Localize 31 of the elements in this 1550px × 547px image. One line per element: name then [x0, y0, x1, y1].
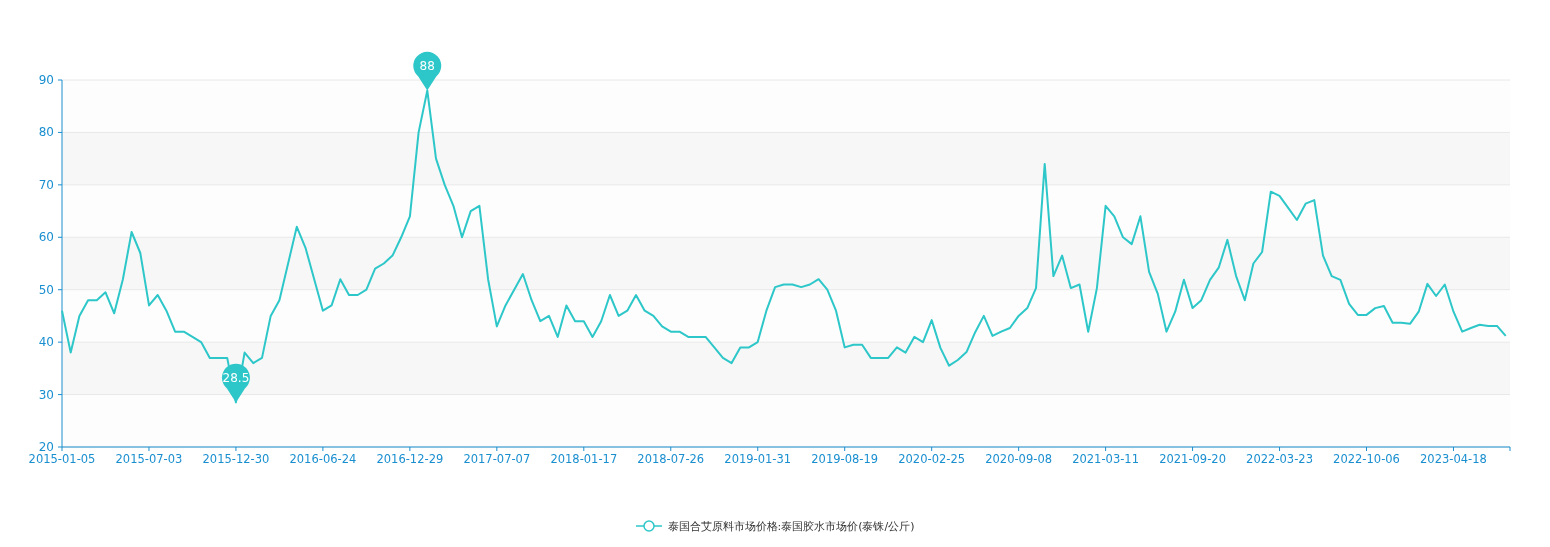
x-axis-label: 2019-01-31 — [724, 452, 792, 466]
x-axis-label: 2016-12-29 — [376, 452, 444, 466]
annotation: 88 — [419, 59, 435, 74]
x-axis-label: 2020-09-08 — [985, 452, 1053, 466]
y-axis-label: 40 — [38, 335, 54, 350]
y-axis-label: 80 — [38, 125, 54, 140]
annotation: 28.5 — [222, 371, 250, 386]
x-axis-label: 2016-06-24 — [289, 452, 357, 466]
x-axis-label: 2019-08-19 — [811, 452, 879, 466]
y-axis-label: 70 — [38, 177, 54, 192]
legend-label[interactable]: 泰国合艾原料市场价格:泰国胶水市场价(泰铢/公斤) — [667, 518, 915, 534]
value-pin: 28.5 — [221, 363, 250, 403]
legend-icon[interactable] — [635, 519, 662, 533]
x-axis-label: 2017-07-07 — [463, 452, 531, 466]
x-axis-label: 2022-03-23 — [1246, 452, 1313, 466]
value-pin: 88 — [413, 51, 442, 91]
x-axis-label: 2020-02-25 — [898, 452, 966, 466]
y-axis-label: 50 — [38, 282, 54, 297]
x-axis-label: 2015-07-03 — [115, 452, 183, 466]
x-axis-label: 2018-01-17 — [550, 452, 618, 466]
x-axis-label: 2015-01-05 — [28, 452, 96, 466]
y-axis-label: 60 — [38, 230, 54, 245]
x-axis-label: 2021-09-20 — [1159, 452, 1226, 466]
y-axis-label: 30 — [38, 387, 54, 402]
x-axis-label: 2023-04-18 — [1420, 452, 1487, 466]
x-axis-label: 2018-07-26 — [637, 452, 705, 466]
x-axis-label: 2021-03-11 — [1072, 452, 1140, 466]
y-axis-label: 20 — [38, 440, 54, 454]
x-axis-label: 2015-12-30 — [202, 452, 270, 466]
y-axis-label: 90 — [38, 73, 54, 87]
x-axis-label: 2022-10-06 — [1333, 452, 1400, 466]
